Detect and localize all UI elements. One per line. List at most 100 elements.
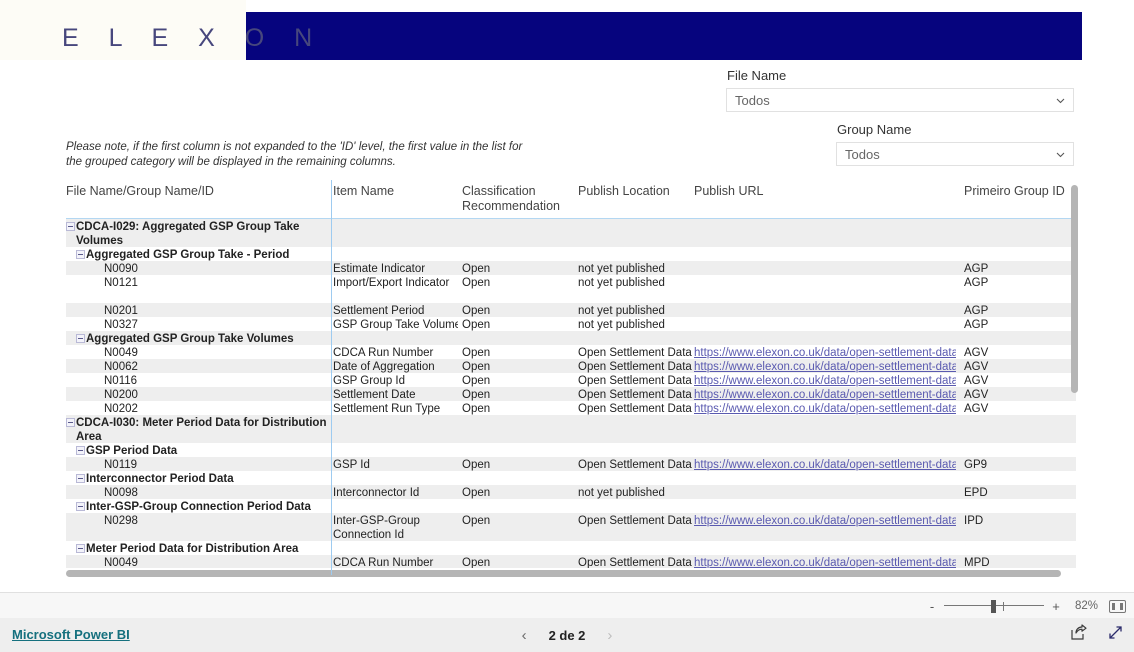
column-header[interactable]: Publish URL [694,184,954,199]
microsoft-power-bi-link[interactable]: Microsoft Power BI [12,627,130,642]
zoom-slider-thumb[interactable] [991,600,996,613]
cell-publish-location: Open Settlement Data [578,361,692,373]
cell-file-group-id: N0119 [104,459,138,471]
cell-publish-location: Open Settlement Data [578,403,692,415]
slicer-label-file-name: File Name [727,68,787,83]
column-header[interactable]: Item Name [333,184,453,199]
table-row[interactable]: CDCA-I030: Meter Period Data for Distrib… [66,415,1076,443]
zoom-in-button[interactable]: + [1051,599,1061,614]
table-row[interactable]: N0098 Interconnector Id Open not yet publis… [66,485,1076,499]
chevron-down-icon[interactable] [1047,94,1073,107]
table-row[interactable]: N0202 Settlement Run Type Open Open Settlem… [66,401,1076,415]
publish-url-link[interactable]: https://www.elexon.co.uk/data/open-settl… [694,346,956,360]
vertical-scrollbar[interactable] [1071,183,1078,575]
cell-file-group-id: N0121 [104,277,138,289]
cell-file-group-id: N0062 [104,361,138,373]
column-header[interactable]: Publish Location [578,184,688,199]
cell-file-group-id: N0200 [104,389,138,401]
table-row[interactable]: N0049 CDCA Run Number Open Open Settlement … [66,555,1076,568]
collapse-toggle-icon[interactable] [76,502,85,511]
table-row[interactable]: Inter-GSP-Group Connection Period Data [66,499,1076,513]
cell-file-group-id: N0298 [104,515,138,527]
column-header[interactable]: Classification Recommendation [462,184,572,213]
publish-url-link[interactable]: https://www.elexon.co.uk/data/open-settl… [694,402,956,416]
cell-classification: Open [462,277,491,289]
cell-classification: Open [462,515,491,527]
table-row[interactable]: GSP Period Data [66,443,1076,457]
horizontal-scrollbar[interactable] [66,570,1071,577]
chevron-down-icon[interactable] [1047,148,1073,161]
table-row[interactable]: N0201 Settlement Period Open not yet publis… [66,303,1076,317]
zoom-out-button[interactable]: - [927,599,937,614]
cell-primeiro-group-id: AGV [964,347,989,359]
cell-item-name: GSP Id [333,459,370,471]
next-page-button: › [607,626,613,644]
table-row[interactable]: N0090 Estimate Indicator Open not yet publi… [66,261,1076,275]
collapse-toggle-icon[interactable] [76,544,85,553]
cell-file-group-id: CDCA-I029: Aggregated GSP Group Take Vol… [76,221,300,247]
cell-item-name: GSP Group Take Volume [333,319,458,331]
cell-primeiro-group-id: MPD [964,557,990,568]
cell-file-group-id: Interconnector Period Data [86,473,234,485]
cell-classification: Open [462,361,491,373]
table-row[interactable]: Aggregated GSP Group Take - Period [66,247,1076,261]
cell-file-group-id: N0116 [104,375,138,387]
slicer-file-name[interactable]: Todos [726,88,1074,112]
table-row[interactable]: N0119 GSP Id Open Open Settlement Data https… [66,457,1076,471]
collapse-toggle-icon[interactable] [66,418,75,427]
table-row[interactable]: N0327 GSP Group Take Volume Open not yet pu… [66,317,1076,331]
share-icon[interactable] [1070,624,1087,646]
cell-primeiro-group-id: IPD [964,515,984,527]
cell-publish-location: not yet published [578,319,665,331]
table-row[interactable]: N0062 Date of Aggregation Open Open Settlem… [66,359,1076,373]
column-header[interactable]: Primeiro Group ID [964,184,1074,199]
report-canvas: E L E X O N File Name Todos Group Name T… [0,0,1134,592]
cell-primeiro-group-id: GP9 [964,459,988,471]
cell-classification: Open [462,375,491,387]
vertical-scrollbar-thumb[interactable] [1071,185,1078,393]
cell-primeiro-group-id: AGV [964,389,989,401]
table-row[interactable]: CDCA-I029: Aggregated GSP Group Take Vol… [66,219,1076,247]
table-row[interactable]: N0298 Inter-GSP-Group Connection Id Open Op… [66,513,1076,541]
collapse-toggle-icon[interactable] [76,446,85,455]
table-row[interactable]: Meter Period Data for Distribution Area [66,541,1076,555]
zoom-slider-tick [1003,602,1004,611]
publish-url-link[interactable]: https://www.elexon.co.uk/data/open-settl… [694,458,956,472]
slicer-group-name-value: Todos [845,146,880,162]
cell-classification: Open [462,319,491,331]
column-header[interactable]: File Name/Group Name/ID [66,184,326,199]
cell-classification: Open [462,389,491,401]
fit-to-page-icon[interactable] [1109,599,1126,613]
publish-url-link[interactable]: https://www.elexon.co.uk/data/open-settl… [694,514,956,528]
publish-url-link[interactable]: https://www.elexon.co.uk/data/open-settl… [694,556,956,568]
collapse-toggle-icon[interactable] [76,474,85,483]
table-row[interactable]: Aggregated GSP Group Take Volumes [66,331,1076,345]
cell-item-name: Interconnector Id [333,487,420,499]
slicer-group-name[interactable]: Todos [836,142,1074,166]
zoom-control: - + 82% [927,593,1126,619]
table-row[interactable]: N0200 Settlement Date Open Open Settlement … [66,387,1076,401]
slicer-label-group-name: Group Name [837,122,912,137]
publish-url-link[interactable]: https://www.elexon.co.uk/data/open-settl… [694,388,956,402]
table-row[interactable]: N0116 GSP Group Id Open Open Settlement Dat… [66,373,1076,387]
collapse-toggle-icon[interactable] [76,250,85,259]
table-row[interactable]: N0121 Import/Export Indicator Open not yet … [66,275,1076,303]
zoom-slider[interactable] [944,599,1044,613]
cell-classification: Open [462,347,491,359]
cell-classification: Open [462,403,491,415]
collapse-toggle-icon[interactable] [76,334,85,343]
table-row[interactable]: Interconnector Period Data [66,471,1076,485]
cell-file-group-id: N0049 [104,347,138,359]
cell-file-group-id: N0090 [104,263,138,275]
cell-classification: Open [462,263,491,275]
publish-url-link[interactable]: https://www.elexon.co.uk/data/open-settl… [694,374,956,388]
cell-primeiro-group-id: AGP [964,263,989,275]
publish-url-link[interactable]: https://www.elexon.co.uk/data/open-settl… [694,360,956,374]
cell-publish-location: not yet published [578,277,665,289]
collapse-toggle-icon[interactable] [66,222,75,231]
horizontal-scrollbar-thumb[interactable] [66,570,1061,577]
fullscreen-icon[interactable] [1107,624,1124,646]
table-row[interactable]: N0049 CDCA Run Number Open Open Settlement … [66,345,1076,359]
cell-item-name: CDCA Run Number [333,347,434,359]
previous-page-button[interactable]: ‹ [522,627,527,644]
